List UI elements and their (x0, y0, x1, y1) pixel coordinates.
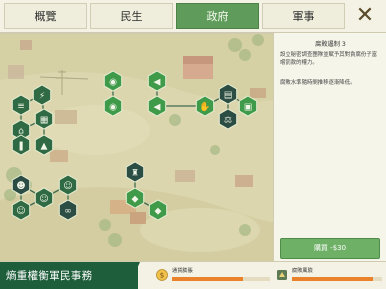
node-stall[interactable]: ▲ (34, 134, 54, 156)
handshake-icon: ✋ (199, 101, 210, 113)
corruption-fill (292, 277, 373, 281)
corruption-label: 腐敗風險 (292, 268, 313, 274)
panel-title: 腐敗遏制 3 (315, 41, 346, 48)
corruption-track (292, 277, 382, 281)
buy-button[interactable]: 購買 -$30 (280, 238, 380, 259)
tab-overview[interactable]: 概覽 (4, 3, 87, 29)
node-person-2[interactable]: ☺ (11, 199, 31, 221)
node-eye-1[interactable]: ◉ (103, 70, 123, 92)
node-factory[interactable]: ▦ (34, 108, 54, 130)
corruption-icon (277, 270, 287, 280)
panel-effect: 腐敗水準隨時間推移逐漸降低。 (280, 80, 356, 86)
node-grain-stack[interactable]: ≡ (11, 94, 31, 116)
inflation-icon: $ (156, 269, 168, 281)
person-icon: ☺ (16, 206, 25, 217)
inflation-track (172, 277, 270, 281)
binoculars-icon: ∞ (64, 207, 72, 217)
node-shield-1[interactable]: ◆ (125, 187, 145, 209)
shield-icon: ◆ (132, 195, 139, 205)
node-card[interactable]: ▤ (218, 83, 238, 105)
node-document[interactable]: ▣ (238, 95, 258, 117)
eye-icon: ◉ (109, 103, 117, 113)
factory-icon: ▦ (40, 116, 49, 126)
inflation-meter: $ 通貨膨脹 (156, 266, 271, 286)
megaphone-icon: ◀ (154, 103, 161, 113)
person-icon: ☺ (63, 181, 72, 192)
tab-military[interactable]: 軍事 (262, 3, 345, 29)
grain-icon: ≡ (17, 102, 25, 112)
tab-government[interactable]: 政府 (176, 3, 259, 29)
node-scales[interactable]: ⚖ (218, 108, 238, 130)
node-eye-2[interactable]: ◉ (103, 95, 123, 117)
tower-icon: ⚡ (39, 92, 45, 102)
app-root: ≡ ⚡ ▦ ⌂ ▲ ❚ ◉ ◉ ◀ ◀ ✋ ▤ ▣ ⚖ ☻ ☺ ☺ ☺ ∞ ♜ ◆ ◆ 概覽 民生 政府 軍事 ✕ 腐敗遏… (0, 0, 386, 289)
megaphone-icon: ◀ (154, 78, 161, 88)
node-power-tower[interactable]: ⚡ (32, 84, 52, 106)
node-shield-2[interactable]: ◆ (148, 199, 168, 221)
corruption-meter: 腐敗風險 (276, 266, 384, 286)
detail-panel: 腐敗遏制 3 設立秘密調查團隊並賦予其對貪腐份子富嚐罰款的權力。 腐敗水準隨時間… (273, 33, 386, 261)
document-icon: ▣ (244, 103, 253, 113)
people-icon: ☻ (16, 181, 25, 192)
stall-icon: ▲ (41, 142, 48, 152)
node-megaphone-2[interactable]: ◀ (147, 95, 167, 117)
node-people[interactable]: ☻ (11, 174, 31, 196)
panel-description: 設立秘密調查團隊並賦予其對貪腐份子富嚐罰款的權力。 (280, 52, 378, 66)
node-person-1[interactable]: ☺ (34, 187, 54, 209)
eye-icon: ◉ (109, 78, 117, 88)
node-megaphone-1[interactable]: ◀ (147, 70, 167, 92)
inflation-label: 通貨膨脹 (172, 268, 193, 274)
node-binoculars[interactable]: ∞ (58, 199, 78, 221)
node-person-3[interactable]: ☺ (58, 174, 78, 196)
person-icon: ☺ (39, 194, 48, 205)
svg-text:$: $ (160, 272, 164, 280)
bottles-icon: ❚ (17, 142, 25, 152)
banner-title: 熵重權衡軍民事務 (6, 270, 93, 282)
tab-livelihood[interactable]: 民生 (90, 3, 173, 29)
close-x-icon[interactable]: ✕ (350, 3, 380, 29)
node-handshake[interactable]: ✋ (195, 95, 215, 117)
title-banner-tip (128, 262, 140, 289)
card-icon: ▤ (224, 91, 233, 101)
cup-icon: ♜ (131, 169, 139, 179)
shield-icon: ◆ (155, 207, 162, 217)
scales-icon: ⚖ (224, 116, 232, 126)
tab-bar: 概覽 民生 政府 軍事 ✕ (0, 0, 386, 34)
node-bottles[interactable]: ❚ (11, 134, 31, 156)
node-cup[interactable]: ♜ (125, 161, 145, 183)
inflation-fill (172, 277, 243, 281)
